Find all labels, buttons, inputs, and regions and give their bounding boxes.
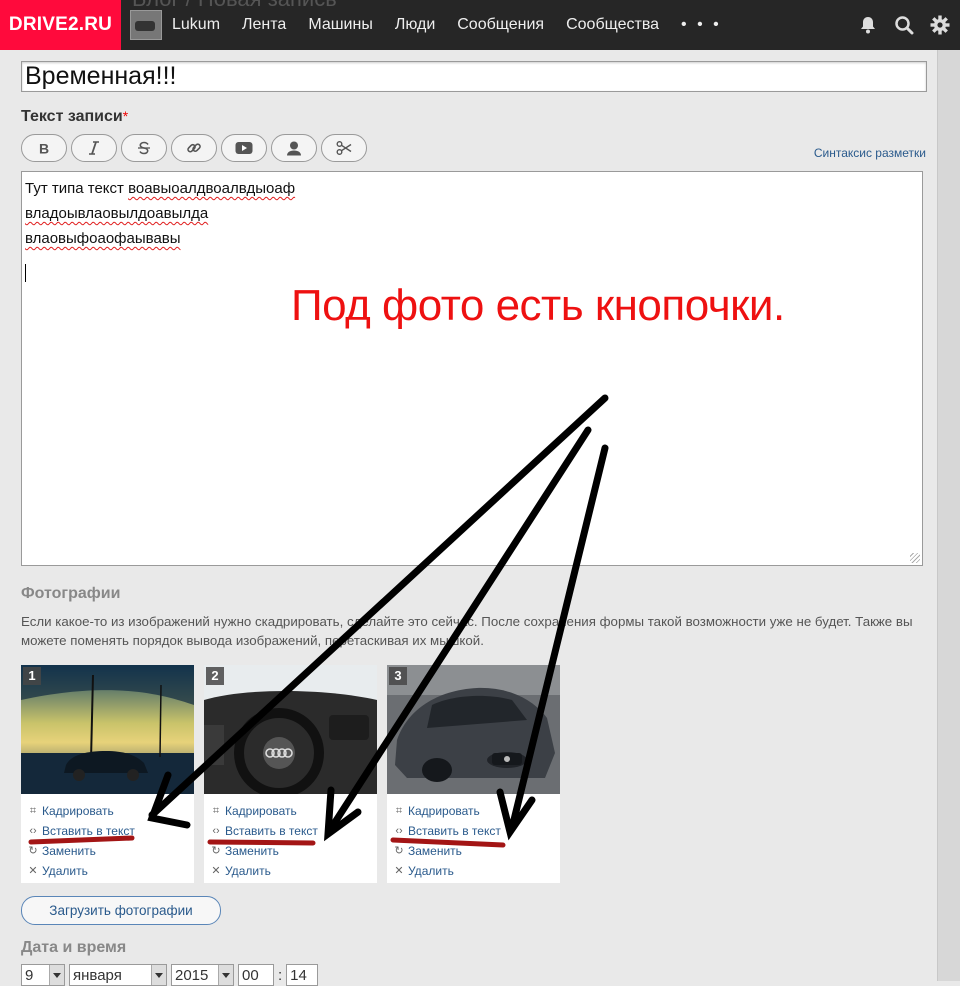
datetime-row: 9 января 2015 00 : 14 [21, 964, 319, 986]
video-button[interactable] [221, 134, 267, 162]
minute-input[interactable]: 14 [286, 964, 319, 986]
delete-button[interactable]: ✕ Удалить [210, 861, 318, 881]
search-icon[interactable] [894, 15, 914, 35]
top-navigation-bar: Блог / Новая запись DRIVE2.RU Lukum Лент… [0, 0, 960, 50]
user-avatar[interactable] [130, 10, 162, 40]
photo-number: 2 [206, 667, 224, 685]
annotation-caption: Под фото есть кнопочки. [291, 281, 785, 330]
photo-card-2[interactable]: 2 ⌗ Кадрировать ‹› Вставить в текст ↻ Замен… [204, 665, 377, 883]
markup-syntax-link[interactable]: Синтаксис разметки [814, 146, 926, 160]
site-logo[interactable]: DRIVE2.RU [0, 0, 121, 50]
crop-button[interactable]: ⌗ Кадрировать [210, 801, 318, 821]
crop-icon: ⌗ [212, 805, 220, 817]
text-label-text: Текст записи [21, 108, 123, 125]
post-editor-form: Временная!!! Текст записи* B Синтаксис р… [0, 50, 938, 986]
hour-input[interactable]: 00 [238, 964, 274, 986]
strikethrough-icon [138, 141, 150, 155]
upload-photos-button[interactable]: Загрузить фотографии [21, 896, 221, 925]
nav-item-communities[interactable]: Сообщества [566, 16, 659, 34]
photo-thumbnail[interactable]: 3 [387, 665, 560, 794]
misspelled-word: владоывлаовылдоавылда [25, 205, 209, 222]
text-caret [25, 264, 26, 282]
chevron-down-icon [151, 965, 166, 985]
nav-user-name[interactable]: Lukum [172, 16, 220, 34]
link-icon [187, 143, 201, 153]
bold-icon: B [39, 141, 49, 155]
resize-handle[interactable] [910, 553, 920, 563]
photo-card-3[interactable]: 3 ⌗ Кадрировать ‹› Вставить в текст ↻ Замен… [387, 665, 560, 883]
nav-item-people[interactable]: Люди [395, 16, 435, 34]
close-icon: ✕ [394, 865, 404, 877]
insert-into-text-button[interactable]: ‹› Вставить в текст [393, 821, 501, 841]
editor-line: влаовыфоаофаывавы [25, 226, 919, 251]
page-scrollbar[interactable] [937, 50, 960, 981]
replace-button[interactable]: ↻ Заменить [210, 841, 318, 861]
day-select[interactable]: 9 [21, 964, 65, 986]
crop-button[interactable]: ⌗ Кадрировать [393, 801, 501, 821]
year-select[interactable]: 2015 [171, 964, 234, 986]
chevron-down-icon [218, 965, 233, 985]
misspelled-word: влаовыфоаофаывавы [25, 230, 181, 247]
replace-button[interactable]: ↻ Заменить [27, 841, 135, 861]
refresh-icon: ↻ [211, 845, 221, 857]
datetime-heading: Дата и время [21, 939, 127, 956]
photos-heading: Фотографии [21, 585, 121, 602]
code-icon: ‹› [212, 825, 220, 837]
main-nav: Lukum Лента Машины Люди Сообщения Сообще… [130, 0, 722, 50]
insert-into-text-button[interactable]: ‹› Вставить в текст [27, 821, 135, 841]
chevron-down-icon [49, 965, 64, 985]
photo-actions: ⌗ Кадрировать ‹› Вставить в текст ↻ Заменит… [210, 801, 318, 881]
gear-icon[interactable] [930, 15, 950, 35]
photo-thumbnail[interactable]: 2 [204, 665, 377, 794]
close-icon: ✕ [211, 865, 221, 877]
editor-line: владоывлаовылдоавылда [25, 201, 919, 226]
delete-button[interactable]: ✕ Удалить [393, 861, 501, 881]
photos-description: Если какое-то из изображений нужно скадр… [21, 614, 913, 648]
bold-button[interactable]: B [21, 134, 67, 162]
nav-item-messages[interactable]: Сообщения [457, 16, 544, 34]
nav-item-feed[interactable]: Лента [242, 16, 286, 34]
photo-actions: ⌗ Кадрировать ‹› Вставить в текст ↻ Заменит… [27, 801, 135, 881]
post-title-input[interactable]: Временная!!! [21, 61, 927, 92]
nav-item-cars[interactable]: Машины [308, 16, 373, 34]
code-icon: ‹› [29, 825, 37, 837]
delete-button[interactable]: ✕ Удалить [27, 861, 135, 881]
close-icon: ✕ [28, 865, 38, 877]
photo-number: 3 [389, 667, 407, 685]
photo-card-1[interactable]: 1 ⌗ Кадрировать ‹› Вставить в текст ↻ Замен… [21, 665, 194, 883]
code-icon: ‹› [395, 825, 403, 837]
user-mention-button[interactable] [271, 134, 317, 162]
crop-button[interactable]: ⌗ Кадрировать [27, 801, 135, 821]
strikethrough-button[interactable] [121, 134, 167, 162]
bell-icon[interactable] [858, 15, 878, 35]
replace-button[interactable]: ↻ Заменить [393, 841, 501, 861]
italic-button[interactable] [71, 134, 117, 162]
photo-number: 1 [23, 667, 41, 685]
month-select[interactable]: января [69, 964, 167, 986]
italic-icon [89, 141, 99, 155]
crop-icon: ⌗ [29, 805, 37, 817]
nav-more-button[interactable]: • • • [681, 16, 722, 34]
required-mark: * [122, 108, 129, 124]
refresh-icon: ↻ [28, 845, 38, 857]
link-button[interactable] [171, 134, 217, 162]
insert-into-text-button[interactable]: ‹› Вставить в текст [210, 821, 318, 841]
top-icons [858, 0, 950, 50]
cut-icon [336, 141, 352, 155]
misspelled-word: воавыоалдвоалвдыоаф [128, 180, 296, 197]
crop-icon: ⌗ [395, 805, 403, 817]
post-text-editor[interactable]: Тут типа текст воавыоалдвоалвдыоаф владо… [21, 171, 923, 566]
refresh-icon: ↻ [394, 845, 404, 857]
photo-thumbnail[interactable]: 1 [21, 665, 194, 794]
video-icon [235, 142, 253, 154]
cut-button[interactable] [321, 134, 367, 162]
formatting-toolbar: B [21, 134, 367, 162]
text-label: Текст записи* [21, 108, 128, 126]
user-icon [287, 141, 301, 156]
photo-actions: ⌗ Кадрировать ‹› Вставить в текст ↻ Заменит… [393, 801, 501, 881]
editor-line: Тут типа текст воавыоалдвоалвдыоаф [25, 180, 296, 197]
svg-text:B: B [39, 141, 49, 155]
